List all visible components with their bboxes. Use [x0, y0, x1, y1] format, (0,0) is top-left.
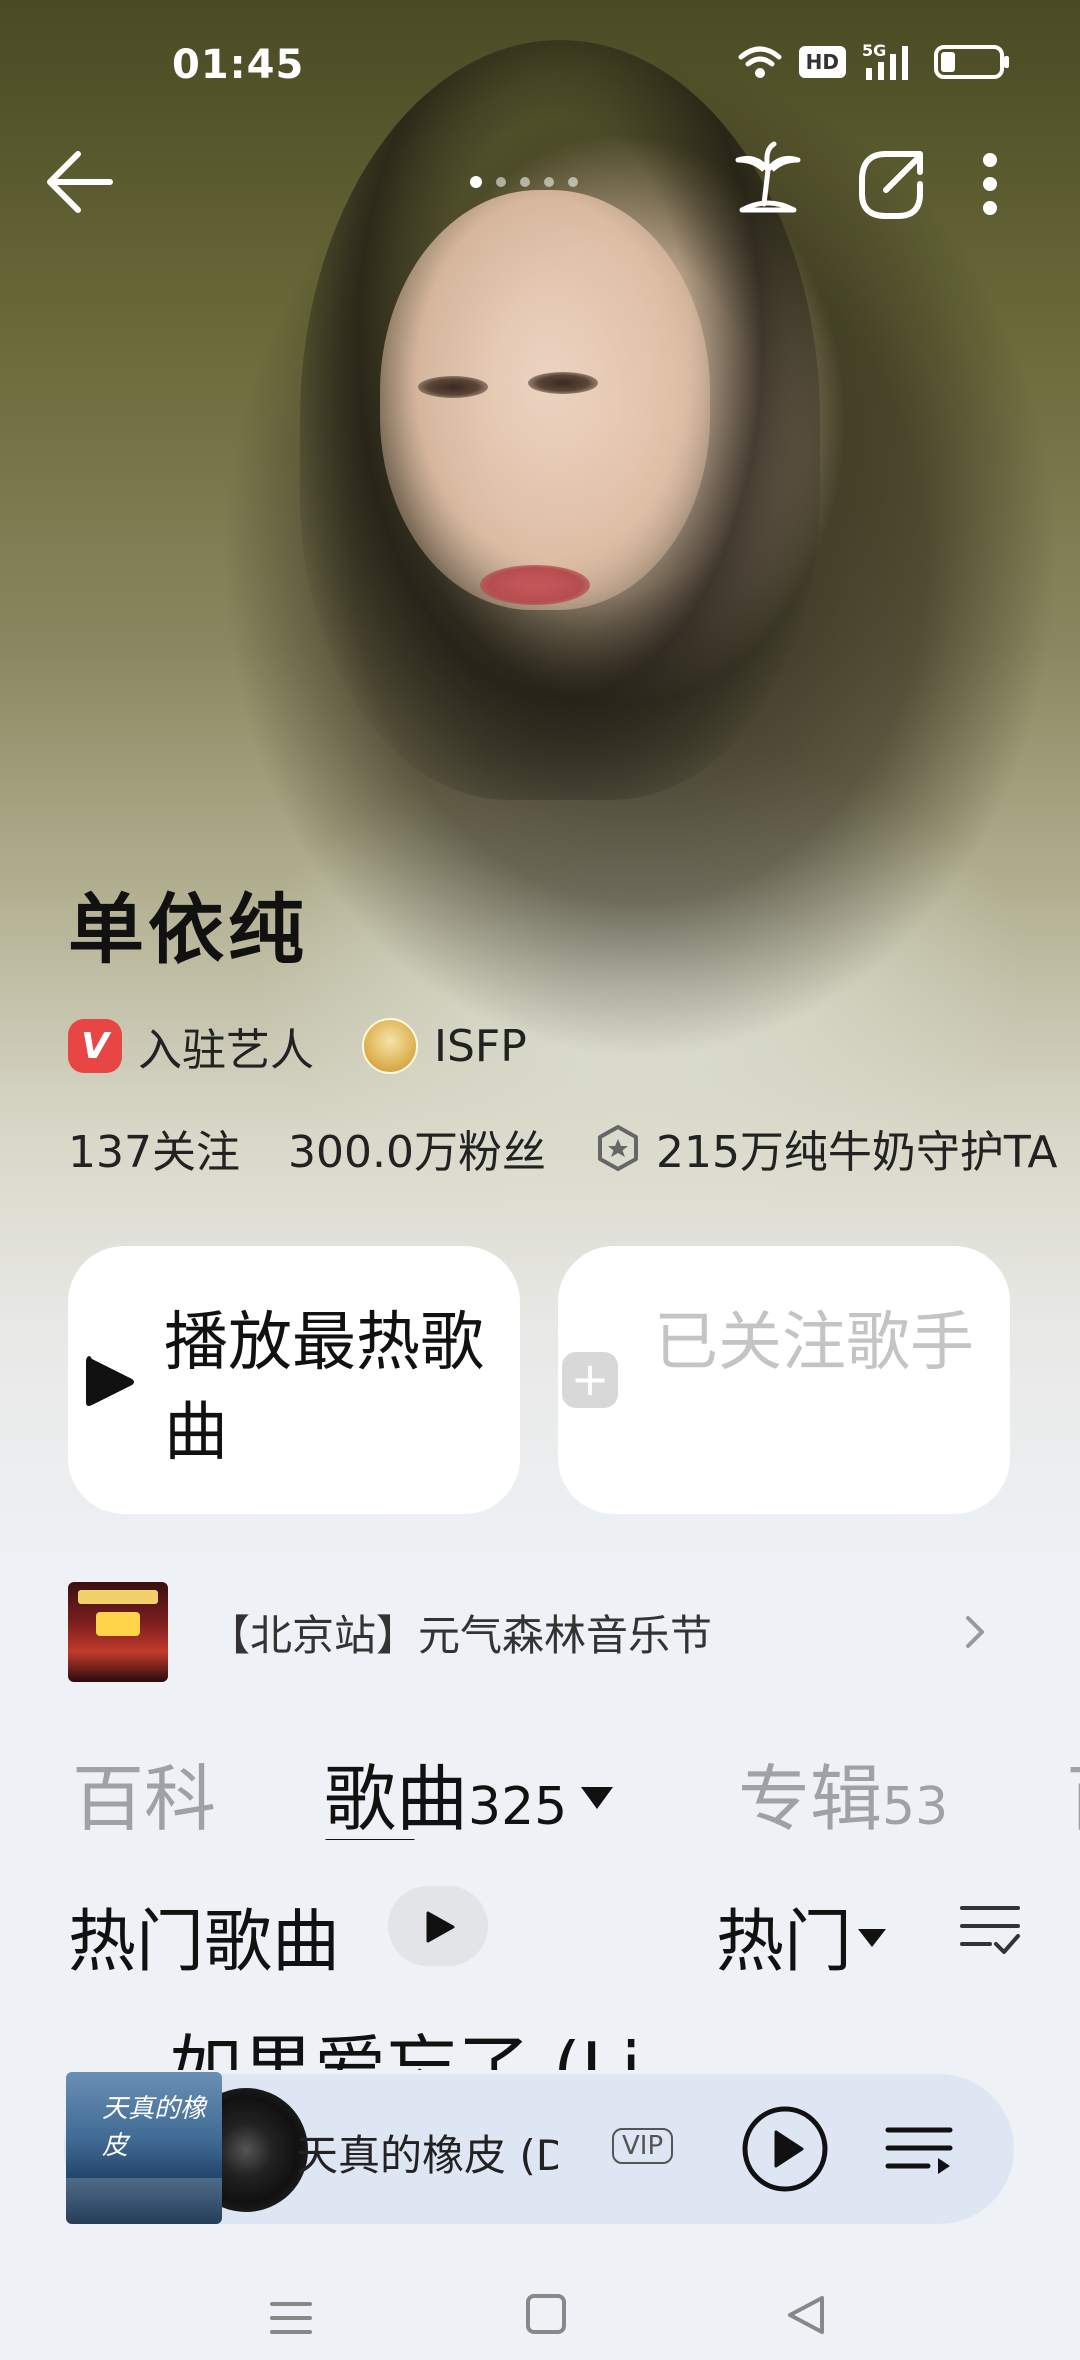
play-circle-icon[interactable]: [740, 2104, 830, 2194]
hero-lips: [480, 565, 590, 605]
caret-down-icon: [858, 1929, 887, 1948]
follow-artist-label: 已关注歌手: [654, 1306, 974, 1380]
system-nav-bar: [0, 2270, 1080, 2360]
album-art: 天真的橡皮: [66, 2072, 222, 2224]
play-hot-songs-label: 播放最热歌曲: [164, 1306, 484, 1470]
share-icon: [859, 151, 923, 219]
chevron-right-icon: [966, 1616, 984, 1648]
sort-label: 热门: [716, 1903, 853, 1982]
play-all-button[interactable]: [388, 1886, 488, 1966]
event-banner[interactable]: 【北京站】元气森林音乐节: [68, 1580, 1008, 1684]
system-back-icon[interactable]: [784, 2292, 828, 2338]
recent-apps-icon[interactable]: [268, 2298, 314, 2338]
hero-eye-right: [528, 372, 598, 394]
page-dot: [520, 177, 530, 187]
now-playing-title: 天真的橡皮 (DJ: [296, 2131, 558, 2180]
tab-album[interactable]: 专辑53: [738, 1740, 948, 1840]
tab-songs-label: 歌曲: [324, 1757, 469, 1840]
hero-eye-left: [418, 376, 488, 398]
play-icon: [86, 1356, 134, 1406]
more-options-button[interactable]: [960, 144, 1020, 224]
status-bar: 01:45 HD 5G: [0, 30, 1080, 110]
tab-songs-count: 325: [468, 1777, 568, 1837]
album-art-text: 天真的橡皮: [102, 2094, 207, 2161]
sort-dropdown[interactable]: 热门: [716, 1886, 887, 1985]
page-dot: [568, 177, 578, 187]
event-thumbnail: [68, 1582, 168, 1682]
island-button[interactable]: [728, 140, 808, 220]
home-button[interactable]: [526, 2294, 566, 2334]
verified-artist-label[interactable]: 入驻艺人: [138, 1014, 314, 1078]
status-icons: HD 5G: [737, 42, 1010, 82]
back-arrow-icon: [47, 151, 113, 213]
play-hot-songs-button[interactable]: 播放最热歌曲: [68, 1246, 520, 1514]
tab-baike[interactable]: 百科: [72, 1740, 216, 1840]
top-nav: [0, 140, 1080, 240]
hot-songs-header: 热门歌曲 热门: [0, 1880, 1080, 1982]
battery-icon: [934, 44, 1010, 80]
guardians-count[interactable]: 215万纯牛奶守护TA: [656, 1116, 1058, 1180]
back-button[interactable]: [38, 140, 118, 220]
page-dot: [544, 177, 554, 187]
followers-count[interactable]: 300.0万粉丝: [288, 1116, 546, 1180]
share-button[interactable]: [850, 144, 930, 224]
palm-tree-icon: [735, 141, 801, 213]
hd-badge: HD: [798, 46, 846, 78]
event-title: 【北京站】元气森林音乐节: [208, 1610, 713, 1660]
play-icon: [426, 1911, 455, 1943]
following-count[interactable]: 137关注: [68, 1116, 240, 1180]
more-vertical-icon: [983, 153, 997, 215]
list-filter-icon[interactable]: [958, 1900, 1022, 1960]
artist-badges: V 入驻艺人 ISFP: [68, 1016, 527, 1076]
wifi-icon: [737, 43, 783, 81]
verified-artist-icon: V: [68, 1019, 122, 1073]
mbti-label[interactable]: ISFP: [434, 1021, 527, 1072]
guardian-badge-icon: [597, 1125, 638, 1171]
hero-face-shape: [380, 190, 710, 610]
status-time: 01:45: [172, 42, 305, 88]
page-dot: [496, 177, 506, 187]
follow-artist-button[interactable]: + 已关注歌手: [558, 1246, 1010, 1514]
tab-album-count: 53: [882, 1777, 949, 1837]
queue-icon[interactable]: [884, 2120, 954, 2180]
song-item-title[interactable]: 如果爱忘了 (Li: [170, 2010, 690, 2070]
svg-text:5G: 5G: [862, 42, 886, 60]
tab-songs[interactable]: 歌曲325: [324, 1740, 614, 1840]
mbti-avatar: [362, 1018, 418, 1074]
mini-player[interactable]: 天真的橡皮 天真的橡皮 (DJ VIP: [64, 2072, 1014, 2224]
content-tabs: 百科 歌曲325 专辑53 百: [0, 1740, 1080, 1840]
vip-badge: VIP: [612, 2128, 674, 2164]
artist-stats: 137关注 300.0万粉丝 215万纯牛奶守护TA: [68, 1118, 1080, 1178]
plus-icon: +: [562, 1352, 618, 1408]
caret-down-icon: [581, 1787, 614, 1810]
hot-songs-title: 热门歌曲: [68, 1903, 341, 1982]
tab-more[interactable]: 百: [1066, 1740, 1080, 1840]
signal-icon: 5G: [862, 42, 918, 82]
tab-album-label: 专辑: [738, 1757, 883, 1840]
artist-name: 单依纯: [68, 885, 308, 974]
page-indicator-dots: [470, 176, 578, 188]
page-dot: [470, 176, 482, 188]
